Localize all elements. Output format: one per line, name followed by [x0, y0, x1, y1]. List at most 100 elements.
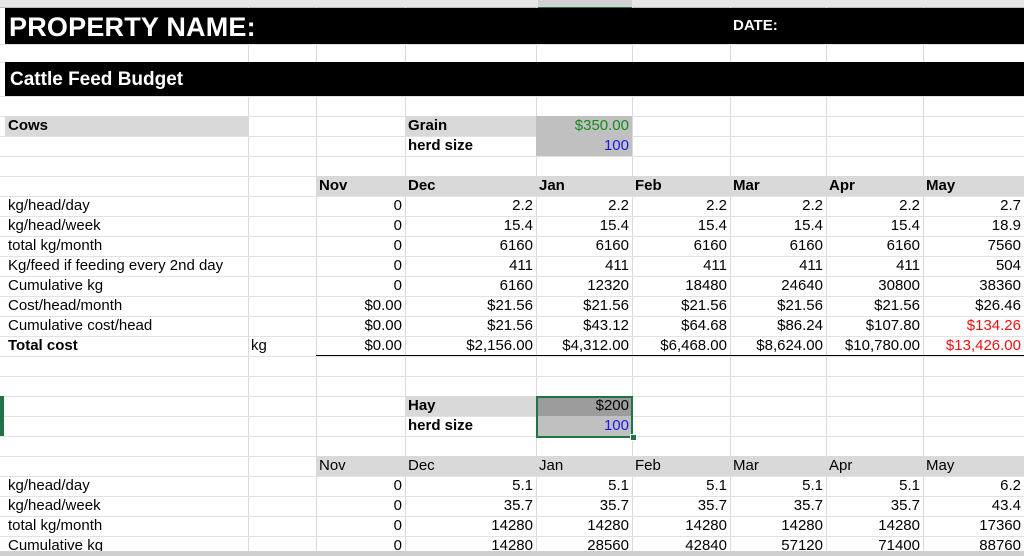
value-cell[interactable]: $0.00 [316, 296, 405, 316]
value-cell[interactable]: 18480 [632, 276, 730, 296]
value-cell[interactable]: $0.00 [316, 316, 405, 336]
month-header-feb[interactable]: Feb [632, 456, 730, 476]
row-label[interactable]: kg/head/day [5, 476, 248, 496]
row-label[interactable]: kg/head/week [5, 496, 248, 516]
value-cell[interactable]: 2.2 [730, 196, 826, 216]
fill-handle[interactable] [630, 434, 637, 441]
month-header-apr[interactable]: Apr [826, 456, 923, 476]
sheet-tab-strip[interactable] [0, 551, 1024, 556]
value-cell[interactable]: 6160 [405, 276, 536, 296]
value-cell[interactable]: 15.4 [826, 216, 923, 236]
value-cell[interactable]: 0 [316, 496, 405, 516]
value-cell[interactable]: 14280 [536, 516, 632, 536]
value-cell[interactable]: 35.7 [536, 496, 632, 516]
month-header-may[interactable]: May [923, 456, 1024, 476]
value-cell[interactable]: $86.24 [730, 316, 826, 336]
value-cell[interactable]: 15.4 [730, 216, 826, 236]
value-cell[interactable]: 35.7 [826, 496, 923, 516]
month-header-may[interactable]: May [923, 176, 1024, 196]
value-cell[interactable]: 6160 [405, 236, 536, 256]
hay-label[interactable]: Hay [405, 396, 536, 416]
value-cell[interactable]: 17360 [923, 516, 1024, 536]
value-cell[interactable]: 35.7 [405, 496, 536, 516]
value-cell[interactable]: $134.26 [923, 316, 1024, 336]
row-label[interactable]: total kg/month [5, 516, 248, 536]
value-cell[interactable]: $107.80 [826, 316, 923, 336]
value-cell[interactable]: 411 [632, 256, 730, 276]
hay-herd-size-label[interactable]: herd size [405, 416, 536, 436]
value-cell[interactable]: 14280 [405, 516, 536, 536]
month-header-nov[interactable]: Nov [316, 456, 405, 476]
value-cell[interactable]: $21.56 [632, 296, 730, 316]
value-cell[interactable]: $21.56 [405, 296, 536, 316]
value-cell[interactable]: 43.4 [923, 496, 1024, 516]
value-cell[interactable]: 24640 [730, 276, 826, 296]
value-cell[interactable]: $10,780.00 [826, 336, 923, 356]
value-cell[interactable]: $13,426.00 [923, 336, 1024, 356]
value-cell[interactable]: 2.7 [923, 196, 1024, 216]
row-label[interactable]: Total cost [5, 336, 248, 356]
value-cell[interactable]: $8,624.00 [730, 336, 826, 356]
row-label[interactable]: kg/head/day [5, 196, 248, 216]
budget-title-bar[interactable]: Cattle Feed Budget [5, 62, 1024, 96]
value-cell[interactable]: 411 [405, 256, 536, 276]
value-cell[interactable]: 2.2 [826, 196, 923, 216]
value-cell[interactable]: 12320 [536, 276, 632, 296]
value-cell[interactable]: 18.9 [923, 216, 1024, 236]
month-header-feb[interactable]: Feb [632, 176, 730, 196]
value-cell[interactable]: 0 [316, 216, 405, 236]
month-header-dec[interactable]: Dec [405, 456, 536, 476]
value-cell[interactable]: 5.1 [632, 476, 730, 496]
value-cell[interactable]: 15.4 [405, 216, 536, 236]
value-cell[interactable]: 14280 [826, 516, 923, 536]
spreadsheet-grid[interactable]: PROPERTY NAME: DATE: Cattle Feed Budget … [0, 0, 1024, 556]
value-cell[interactable]: 35.7 [632, 496, 730, 516]
row-label[interactable]: Cumulative kg [5, 276, 248, 296]
value-cell[interactable]: $21.56 [536, 296, 632, 316]
value-cell[interactable]: $2,156.00 [405, 336, 536, 356]
month-header-mar[interactable]: Mar [730, 176, 826, 196]
value-cell[interactable]: 6160 [536, 236, 632, 256]
value-cell[interactable]: 35.7 [730, 496, 826, 516]
grain-herd-size-cell[interactable]: 100 [536, 136, 632, 156]
value-cell[interactable]: 15.4 [536, 216, 632, 236]
value-cell[interactable]: 0 [316, 256, 405, 276]
value-cell[interactable]: $4,312.00 [536, 336, 632, 356]
value-cell[interactable]: 6160 [826, 236, 923, 256]
value-cell[interactable]: 411 [730, 256, 826, 276]
column-header-strip[interactable] [0, 0, 1024, 9]
property-title-bar[interactable]: PROPERTY NAME: DATE: [5, 8, 1024, 44]
value-cell[interactable]: 0 [316, 516, 405, 536]
row-label[interactable]: Kg/feed if feeding every 2nd day [5, 256, 248, 276]
value-cell[interactable]: 15.4 [632, 216, 730, 236]
grain-price-cell[interactable]: $350.00 [536, 116, 632, 136]
value-cell[interactable]: 411 [536, 256, 632, 276]
value-cell[interactable]: 2.2 [405, 196, 536, 216]
grain-label[interactable]: Grain [405, 116, 536, 136]
value-cell[interactable]: 30800 [826, 276, 923, 296]
value-cell[interactable]: 38360 [923, 276, 1024, 296]
value-cell[interactable]: $26.46 [923, 296, 1024, 316]
value-cell[interactable]: 14280 [632, 516, 730, 536]
value-cell[interactable]: 411 [826, 256, 923, 276]
value-cell[interactable]: 2.2 [536, 196, 632, 216]
value-cell[interactable]: 504 [923, 256, 1024, 276]
month-header-jan[interactable]: Jan [536, 176, 632, 196]
value-cell[interactable]: $21.56 [826, 296, 923, 316]
value-cell[interactable]: 6.2 [923, 476, 1024, 496]
value-cell[interactable]: 6160 [730, 236, 826, 256]
row-label[interactable]: total kg/month [5, 236, 248, 256]
month-header-nov[interactable]: Nov [316, 176, 405, 196]
value-cell[interactable]: $21.56 [405, 316, 536, 336]
month-header-mar[interactable]: Mar [730, 456, 826, 476]
value-cell[interactable]: $43.12 [536, 316, 632, 336]
row-label[interactable]: Cost/head/month [5, 296, 248, 316]
value-cell[interactable]: 5.1 [730, 476, 826, 496]
value-cell[interactable]: 0 [316, 196, 405, 216]
row-unit[interactable]: kg [248, 336, 316, 356]
value-cell[interactable]: 5.1 [536, 476, 632, 496]
value-cell[interactable]: 2.2 [632, 196, 730, 216]
value-cell[interactable]: $21.56 [730, 296, 826, 316]
value-cell[interactable]: 14280 [730, 516, 826, 536]
value-cell[interactable]: 7560 [923, 236, 1024, 256]
